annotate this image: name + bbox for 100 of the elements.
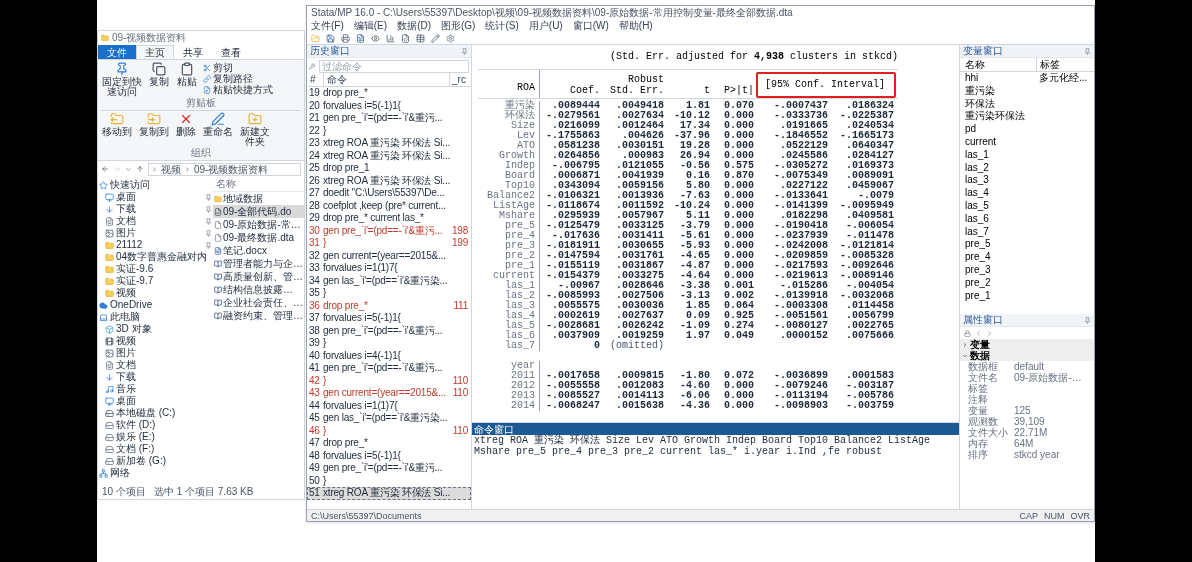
menu-item[interactable]: 统计(S) bbox=[485, 19, 519, 32]
variable-name[interactable]: las_3 bbox=[960, 174, 1036, 188]
pencil-icon[interactable] bbox=[431, 33, 440, 43]
history-row[interactable]: 47 drop pre_* bbox=[307, 437, 471, 450]
column-header[interactable]: 命令 bbox=[323, 73, 449, 86]
menu-item[interactable]: 用户(U) bbox=[528, 19, 563, 32]
back-icon[interactable] bbox=[975, 329, 982, 337]
breadcrumb[interactable]: 视频 bbox=[161, 163, 181, 175]
menu-item[interactable]: 窗口(W) bbox=[572, 19, 609, 32]
nav-item[interactable]: 下载 bbox=[116, 203, 136, 215]
nav-item[interactable]: 音乐 bbox=[116, 383, 136, 395]
ribbon-button[interactable]: 固定到快速访问 bbox=[101, 62, 143, 97]
history-row[interactable]: 37 forvalues i=5(-1)1{ bbox=[307, 312, 471, 325]
nav-item[interactable]: 实证-9.6 bbox=[116, 263, 154, 275]
nav-item[interactable]: 软件 (D:) bbox=[116, 419, 156, 431]
pin-icon[interactable] bbox=[1084, 47, 1091, 55]
ribbon-button[interactable]: 复制 bbox=[147, 62, 171, 87]
column-header[interactable]: _rc bbox=[449, 73, 471, 86]
history-row[interactable]: 48 forvalues i=5(-1)1{ bbox=[307, 449, 471, 462]
variable-name[interactable]: las_5 bbox=[960, 199, 1036, 213]
variable-name[interactable]: las_7 bbox=[960, 225, 1036, 239]
history-row[interactable]: 42 } 110 bbox=[307, 374, 471, 387]
folder-icon[interactable] bbox=[311, 33, 320, 43]
ribbon-tab[interactable]: 共享 bbox=[174, 45, 212, 59]
history-row[interactable]: 44 forvalues i=1(1)7{ bbox=[307, 399, 471, 412]
pin-icon[interactable] bbox=[1084, 316, 1091, 324]
forward-icon[interactable] bbox=[986, 329, 993, 337]
history-row[interactable]: 32 gen current=(year==2015&... bbox=[307, 249, 471, 262]
nav-item[interactable]: 文档 (F:) bbox=[116, 443, 155, 455]
nav-item[interactable]: 实证-9.7 bbox=[116, 275, 154, 287]
history-row[interactable]: 25 drop pre_1 bbox=[307, 162, 471, 175]
history-row[interactable]: 22 } bbox=[307, 124, 471, 137]
nav-item[interactable]: 娱乐 (E:) bbox=[116, 431, 155, 443]
ribbon-button[interactable]: 复制路径 bbox=[203, 73, 273, 84]
nav-item[interactable]: 网络 bbox=[110, 467, 130, 479]
variable-name[interactable]: las_2 bbox=[960, 161, 1036, 175]
ribbon-button[interactable]: 复制到 bbox=[138, 112, 170, 137]
variable-name[interactable]: pre_1 bbox=[960, 289, 1036, 303]
history-row[interactable]: 34 gen las_`i'=(pd==`i'&重污染... bbox=[307, 274, 471, 287]
history-row[interactable]: 19 drop pre_* bbox=[307, 87, 471, 100]
variable-name[interactable]: las_4 bbox=[960, 187, 1036, 200]
ribbon-button[interactable]: 移动到 bbox=[101, 112, 133, 137]
history-row[interactable]: 39 } bbox=[307, 337, 471, 350]
history-row[interactable]: 29 drop pre_* current las_* bbox=[307, 212, 471, 225]
history-row[interactable]: 26 xtreg ROA 重污染 环保法 Si... bbox=[307, 174, 471, 187]
history-row[interactable]: 36 drop pre_* 111 bbox=[307, 299, 471, 312]
menu-item[interactable]: 文件(F) bbox=[311, 19, 344, 32]
ribbon-button[interactable]: 粘贴 bbox=[175, 62, 199, 87]
nav-item[interactable]: 04数字普惠金融对内 bbox=[116, 251, 208, 263]
menu-item[interactable]: 图形(G) bbox=[441, 19, 476, 32]
history-row[interactable]: 50 } bbox=[307, 474, 471, 487]
filter-field[interactable]: 过滤命令 bbox=[318, 59, 469, 73]
nav-item[interactable]: 本地磁盘 (C:) bbox=[116, 407, 176, 419]
menu-item[interactable]: 帮助(H) bbox=[618, 19, 653, 32]
variable-name[interactable]: las_6 bbox=[960, 212, 1036, 226]
nav-item[interactable]: 此电脑 bbox=[110, 311, 140, 323]
property-section[interactable]: 变量 bbox=[960, 339, 1094, 350]
property-section[interactable]: 数据 bbox=[960, 350, 1094, 361]
column-header[interactable]: 标签 bbox=[1036, 58, 1094, 71]
history-row[interactable]: 27 doedit "C:\Users\55397\De... bbox=[307, 187, 471, 200]
variable-name[interactable]: pre_4 bbox=[960, 251, 1036, 264]
ribbon-button[interactable]: 新建文件夹 bbox=[239, 112, 271, 147]
history-row[interactable]: 41 gen pre_`i'=(pd==-`i'&重污... bbox=[307, 362, 471, 375]
nav-item[interactable]: 下载 bbox=[116, 371, 136, 383]
command-field[interactable]: xtreg ROA 重污染 环保法 Size Lev ATO Growth Indep Board Top10 Balance2 ListAge Mshare pre_5 pre_4 pre_3 pre_2 current las_* i.year i.Ind ,fe robust bbox=[472, 435, 959, 509]
history-row[interactable]: 23 xtreg ROA 重污染 环保法 Si... bbox=[307, 137, 471, 150]
file-row[interactable]: 结构信息披露… bbox=[213, 283, 304, 296]
variable-name[interactable]: pd bbox=[960, 123, 1036, 136]
history-row[interactable]: 33 forvalues i=1(1)7{ bbox=[307, 262, 471, 275]
address-bar[interactable]: 视频 09-视频数据资料 bbox=[148, 162, 301, 176]
nav-item[interactable]: 图片 bbox=[116, 227, 136, 239]
history-row[interactable]: 38 gen pre_`i'=(pd==-`i'&重污... bbox=[307, 324, 471, 337]
column-header[interactable]: 名称 bbox=[960, 58, 1036, 71]
history-row[interactable]: 51 xtreg ROA 重污染 环保法 Si... bbox=[307, 487, 471, 500]
history-row[interactable]: 31 } 199 bbox=[307, 237, 471, 250]
nav-item[interactable]: 视频 bbox=[116, 287, 136, 299]
nav-item[interactable]: 快速访问 bbox=[110, 179, 150, 191]
column-header[interactable]: # bbox=[307, 73, 323, 86]
ribbon-tab[interactable]: 文件 bbox=[98, 45, 136, 59]
history-row[interactable]: 35 } bbox=[307, 287, 471, 300]
save-icon[interactable] bbox=[326, 33, 335, 43]
file-row[interactable]: 地域数据 bbox=[213, 192, 304, 205]
nav-item[interactable]: 文档 bbox=[116, 359, 136, 371]
editor-icon[interactable] bbox=[401, 33, 410, 43]
ribbon-button[interactable]: 剪切 bbox=[203, 62, 273, 73]
variable-name[interactable]: hhi bbox=[960, 72, 1036, 85]
menu-item[interactable]: 编辑(E) bbox=[353, 19, 388, 32]
history-row[interactable]: 49 gen pre_`i'=(pd==-`i'&重污... bbox=[307, 462, 471, 475]
breadcrumb[interactable]: 09-视频数据资料 bbox=[194, 163, 269, 175]
history-row[interactable]: 21 gen pre_`i'=(pd==-`i'&重污... bbox=[307, 112, 471, 125]
nav-item[interactable]: 文档 bbox=[116, 215, 136, 227]
up-icon[interactable] bbox=[136, 165, 144, 173]
nav-item[interactable]: 新加卷 (G:) bbox=[116, 455, 166, 467]
pin-icon[interactable] bbox=[461, 47, 468, 55]
file-row[interactable]: 09-最终数据.dta bbox=[213, 231, 304, 244]
variable-name[interactable]: 重污染环保法 bbox=[960, 110, 1036, 124]
log-icon[interactable] bbox=[356, 33, 365, 43]
nav-item[interactable]: 视频 bbox=[116, 335, 136, 347]
nav-item[interactable]: 桌面 bbox=[116, 395, 136, 407]
history-row[interactable]: 45 gen las_`i'=(pd==`i'&重污染... bbox=[307, 412, 471, 425]
